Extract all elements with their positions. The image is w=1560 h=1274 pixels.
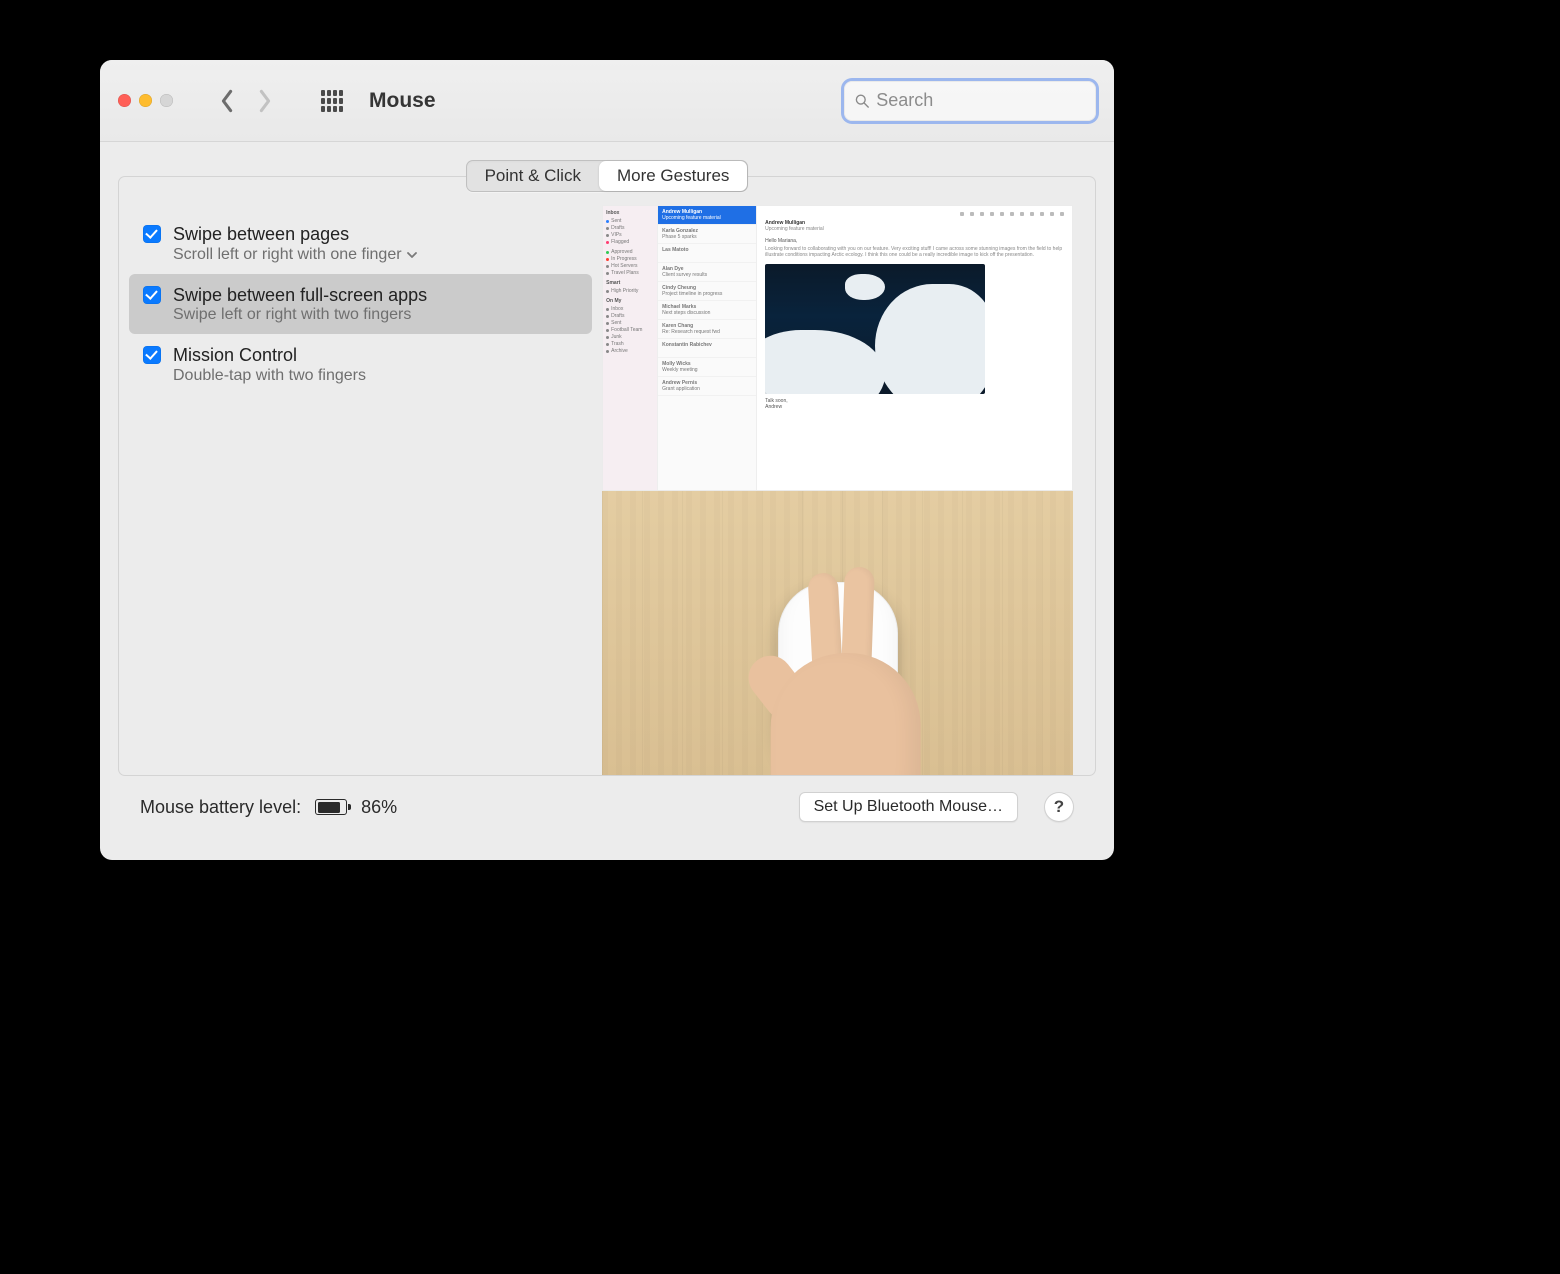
gesture-preview: Inbox Sent Drafts VIPs Flagged Approved … — [602, 205, 1095, 775]
close-icon[interactable] — [118, 94, 131, 107]
checkbox-swipe-pages[interactable] — [143, 225, 161, 243]
gesture-subtitle: Double-tap with two fingers — [173, 367, 366, 385]
checkbox-swipe-fullscreen[interactable] — [143, 286, 161, 304]
zoom-icon — [160, 94, 173, 107]
gesture-swipe-pages[interactable]: Swipe between pages Scroll left or right… — [129, 213, 592, 274]
gesture-list: Swipe between pages Scroll left or right… — [119, 205, 602, 775]
gestures-panel: Swipe between pages Scroll left or right… — [118, 176, 1096, 776]
battery-icon — [315, 799, 347, 815]
battery-percent: 86% — [361, 797, 397, 818]
content: Point & Click More Gestures Swipe betwee… — [100, 142, 1114, 860]
hand-icon — [750, 583, 940, 775]
preview-screenshot: Inbox Sent Drafts VIPs Flagged Approved … — [602, 205, 1073, 491]
gesture-subtitle: Swipe left or right with two fingers — [173, 306, 427, 324]
forward-button — [253, 89, 277, 113]
tab-bar: Point & Click More Gestures — [466, 160, 749, 192]
back-button[interactable] — [215, 89, 239, 113]
gesture-subtitle[interactable]: Scroll left or right with one finger — [173, 246, 418, 264]
footer: Mouse battery level: 86% Set Up Bluetoot… — [118, 776, 1096, 842]
gesture-mission-control[interactable]: Mission Control Double-tap with two fing… — [129, 334, 592, 395]
page-title: Mouse — [369, 89, 436, 113]
preferences-window: Mouse Point & Click More Gestures Swipe … — [100, 60, 1114, 860]
tab-more-gestures[interactable]: More Gestures — [599, 161, 747, 191]
tab-point-and-click[interactable]: Point & Click — [467, 161, 599, 191]
preview-video — [602, 491, 1073, 775]
gesture-title: Mission Control — [173, 344, 366, 367]
gesture-title: Swipe between pages — [173, 223, 418, 246]
search-field[interactable] — [844, 81, 1096, 121]
search-icon — [854, 92, 870, 110]
minimize-icon[interactable] — [139, 94, 152, 107]
show-all-icon[interactable] — [321, 90, 343, 112]
help-button[interactable]: ? — [1044, 792, 1074, 822]
window-controls — [118, 94, 173, 107]
chevron-down-icon — [406, 249, 418, 261]
gesture-swipe-fullscreen[interactable]: Swipe between full-screen apps Swipe lef… — [129, 274, 592, 335]
battery-label: Mouse battery level: — [140, 797, 301, 818]
checkbox-mission-control[interactable] — [143, 346, 161, 364]
gesture-title: Swipe between full-screen apps — [173, 284, 427, 307]
setup-bluetooth-button[interactable]: Set Up Bluetooth Mouse… — [799, 792, 1018, 822]
titlebar: Mouse — [100, 60, 1114, 142]
search-input[interactable] — [876, 90, 1086, 111]
